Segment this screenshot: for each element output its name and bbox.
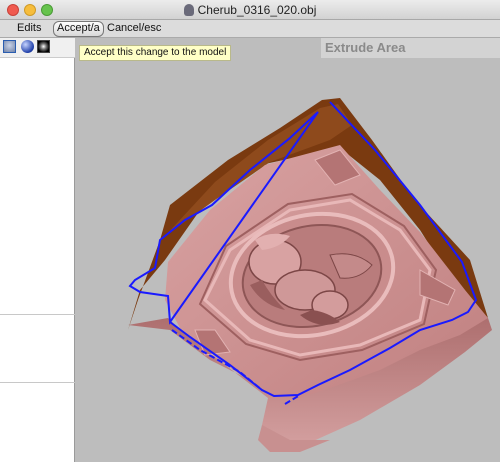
model-view-icon[interactable] xyxy=(3,40,16,53)
edits-menu-button[interactable]: Edits xyxy=(14,21,44,35)
sphere-shading-icon[interactable] xyxy=(21,40,34,53)
sidebar-divider xyxy=(0,382,75,383)
left-sidebar xyxy=(0,38,75,462)
mesh-render[interactable] xyxy=(76,38,500,462)
window-title-wrap: Cherub_0316_020.obj xyxy=(0,3,500,17)
window-title: Cherub_0316_020.obj xyxy=(197,3,317,17)
document-icon xyxy=(183,4,194,16)
toolbar: Edits Accept/a Cancel/esc xyxy=(0,20,500,38)
black-material-icon[interactable] xyxy=(37,40,50,53)
cancel-button[interactable]: Cancel/esc xyxy=(104,21,164,35)
sidebar-toolbar xyxy=(0,38,75,58)
sidebar-divider xyxy=(0,314,75,315)
3d-viewport[interactable] xyxy=(76,38,500,462)
extrude-area-panel-title: Extrude Area xyxy=(321,38,500,58)
accept-tooltip: Accept this change to the model xyxy=(79,45,232,61)
accept-button[interactable]: Accept/a xyxy=(53,21,104,37)
title-bar: Cherub_0316_020.obj xyxy=(0,0,500,20)
